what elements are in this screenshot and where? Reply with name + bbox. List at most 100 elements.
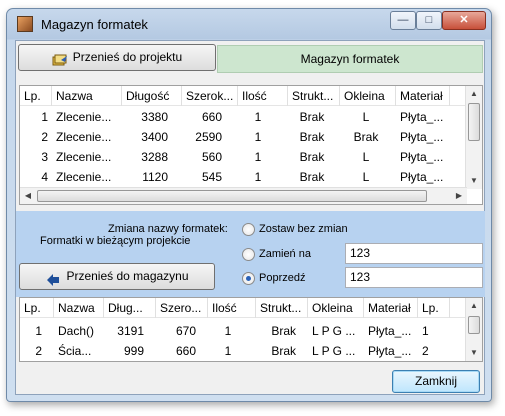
maximize-icon: □ — [425, 14, 433, 26]
cell-lp: 2 — [35, 344, 42, 358]
column-header[interactable]: Strukt... — [256, 298, 308, 318]
app-icon — [17, 16, 33, 32]
title-bar: Magazyn formatek — □ ✕ — [7, 9, 491, 41]
column-header[interactable]: Materiał — [396, 86, 450, 106]
prefix-input[interactable]: 123 — [345, 267, 483, 288]
replace-with-input[interactable]: 123 — [345, 243, 483, 264]
minimize-icon: — — [397, 14, 409, 26]
cell-structure: Brak — [299, 150, 325, 164]
window-title: Magazyn formatek — [41, 17, 148, 32]
vertical-scrollbar[interactable]: ▲ ▼ — [465, 86, 482, 189]
cell-material: Płyta_... — [400, 150, 444, 164]
column-header[interactable]: Szerok... — [182, 86, 238, 106]
cell-edging: L P G ... — [312, 344, 356, 358]
table-header: Lp. Nazwa Długość Szerok... Ilość Strukt… — [20, 86, 482, 106]
column-header[interactable]: Okleina — [340, 86, 396, 106]
cell-width: 560 — [201, 150, 222, 164]
warehouse-panel-label: Magazyn formatek — [217, 45, 483, 73]
table-row[interactable]: 3 Zlecenie... 3288 560 1 Brak L Płyta_..… — [20, 147, 482, 167]
rename-heading: Zmiana nazwy formatek: — [108, 223, 228, 235]
cell-name: Zlecenie... — [56, 130, 112, 144]
close-button[interactable]: Zamknij — [392, 370, 480, 393]
cell-name: Dach() — [58, 324, 95, 338]
maximize-button[interactable]: □ — [416, 11, 442, 30]
scroll-up-icon[interactable]: ▲ — [466, 298, 482, 314]
column-header[interactable]: Długość — [122, 86, 182, 106]
close-icon: ✕ — [459, 14, 469, 26]
cell-edging: L P G ... — [312, 324, 356, 338]
cell-edging: L — [362, 110, 370, 124]
table-row[interactable]: 1 Dach() 3191 670 1 Brak L P G ... Płyta… — [20, 321, 482, 341]
cell-structure: Brak — [271, 324, 296, 338]
scroll-down-icon[interactable]: ▼ — [466, 345, 482, 361]
scroll-thumb[interactable] — [468, 103, 480, 141]
radio-replace-with-label[interactable]: Zamień na — [259, 248, 311, 260]
cell-qty: 1 — [224, 344, 232, 358]
warehouse-table[interactable]: Lp. Nazwa Długość Szerok... Ilość Strukt… — [19, 85, 483, 205]
cell-structure: Brak — [299, 130, 325, 144]
column-header[interactable]: Szero... — [156, 298, 208, 318]
move-to-project-icon — [52, 51, 68, 66]
app-window: Magazyn formatek — □ ✕ Przenieś do proje… — [6, 8, 492, 402]
horizontal-scrollbar[interactable]: ◀ ▶ — [20, 187, 467, 204]
cell-lp: 1 — [35, 324, 42, 338]
table-row[interactable]: 1 Zlecenie... 3380 660 1 Brak L Płyta_..… — [20, 107, 482, 127]
radio-replace-with[interactable] — [242, 248, 255, 261]
cell-material: Płyta_... — [368, 344, 412, 358]
radio-prefix[interactable] — [242, 272, 255, 285]
cell-length: 3380 — [141, 110, 168, 124]
cell-lp2: 2 — [422, 344, 429, 358]
column-header[interactable]: Lp. — [418, 298, 450, 318]
cell-structure: Brak — [299, 110, 325, 124]
radio-prefix-label[interactable]: Poprzedź — [259, 272, 305, 284]
radio-keep-unchanged-label[interactable]: Zostaw bez zmian — [259, 223, 348, 235]
cell-edging: L — [362, 150, 370, 164]
column-header[interactable]: Ilość — [238, 86, 288, 106]
column-header[interactable]: Lp. — [20, 86, 52, 106]
table-row[interactable]: 2 Zlecenie... 3400 2590 1 Brak Brak Płyt… — [20, 127, 482, 147]
cell-width: 2590 — [195, 130, 222, 144]
move-to-warehouse-icon — [45, 270, 61, 286]
cell-lp2: 1 — [422, 324, 429, 338]
column-header[interactable]: Okleina — [308, 298, 364, 318]
scroll-down-icon[interactable]: ▼ — [466, 173, 482, 189]
scroll-left-icon[interactable]: ◀ — [20, 188, 36, 204]
scroll-thumb[interactable] — [468, 316, 480, 334]
move-to-project-label: Przenieś do projektu — [72, 50, 183, 64]
cell-name: Zlecenie... — [56, 150, 112, 164]
cell-qty: 1 — [224, 324, 232, 338]
column-header[interactable]: Lp. — [20, 298, 54, 318]
cell-width: 670 — [175, 324, 196, 338]
move-to-warehouse-label: Przenieś do magazynu — [66, 269, 189, 283]
cell-material: Płyta_... — [368, 324, 412, 338]
project-table[interactable]: Lp. Nazwa Dług... Szero... Ilość Strukt.… — [19, 297, 483, 362]
vertical-scrollbar[interactable]: ▲ ▼ — [465, 298, 482, 361]
scroll-right-icon[interactable]: ▶ — [451, 188, 467, 204]
move-to-warehouse-button[interactable]: Przenieś do magazynu — [19, 263, 215, 290]
column-header[interactable]: Materiał — [364, 298, 418, 318]
scroll-up-icon[interactable]: ▲ — [466, 86, 482, 102]
column-header[interactable]: Nazwa — [54, 298, 104, 318]
cell-structure: Brak — [271, 344, 296, 358]
cell-length: 3288 — [141, 150, 168, 164]
cell-qty: 1 — [254, 130, 262, 144]
table-row[interactable]: 2 Ścia... 999 660 1 Brak L P G ... Płyta… — [20, 341, 482, 361]
move-to-project-button[interactable]: Przenieś do projektu — [18, 44, 216, 71]
minimize-button[interactable]: — — [390, 11, 416, 30]
column-header[interactable]: Strukt... — [288, 86, 340, 106]
scroll-thumb[interactable] — [37, 190, 427, 202]
cell-qty: 1 — [254, 110, 262, 124]
radio-keep-unchanged[interactable] — [242, 223, 255, 236]
cell-lp: 1 — [41, 110, 48, 124]
column-header[interactable]: Dług... — [104, 298, 156, 318]
cell-edging: Brak — [353, 130, 379, 144]
cell-width: 660 — [175, 344, 196, 358]
cell-lp: 2 — [41, 130, 48, 144]
cell-width: 660 — [201, 110, 222, 124]
close-window-button[interactable]: ✕ — [442, 11, 486, 30]
cell-qty: 1 — [254, 150, 262, 164]
column-header[interactable]: Ilość — [208, 298, 256, 318]
cell-material: Płyta_... — [400, 110, 444, 124]
client-area: Przenieś do projektu Magazyn formatek Lp… — [15, 40, 485, 395]
column-header[interactable]: Nazwa — [52, 86, 122, 106]
